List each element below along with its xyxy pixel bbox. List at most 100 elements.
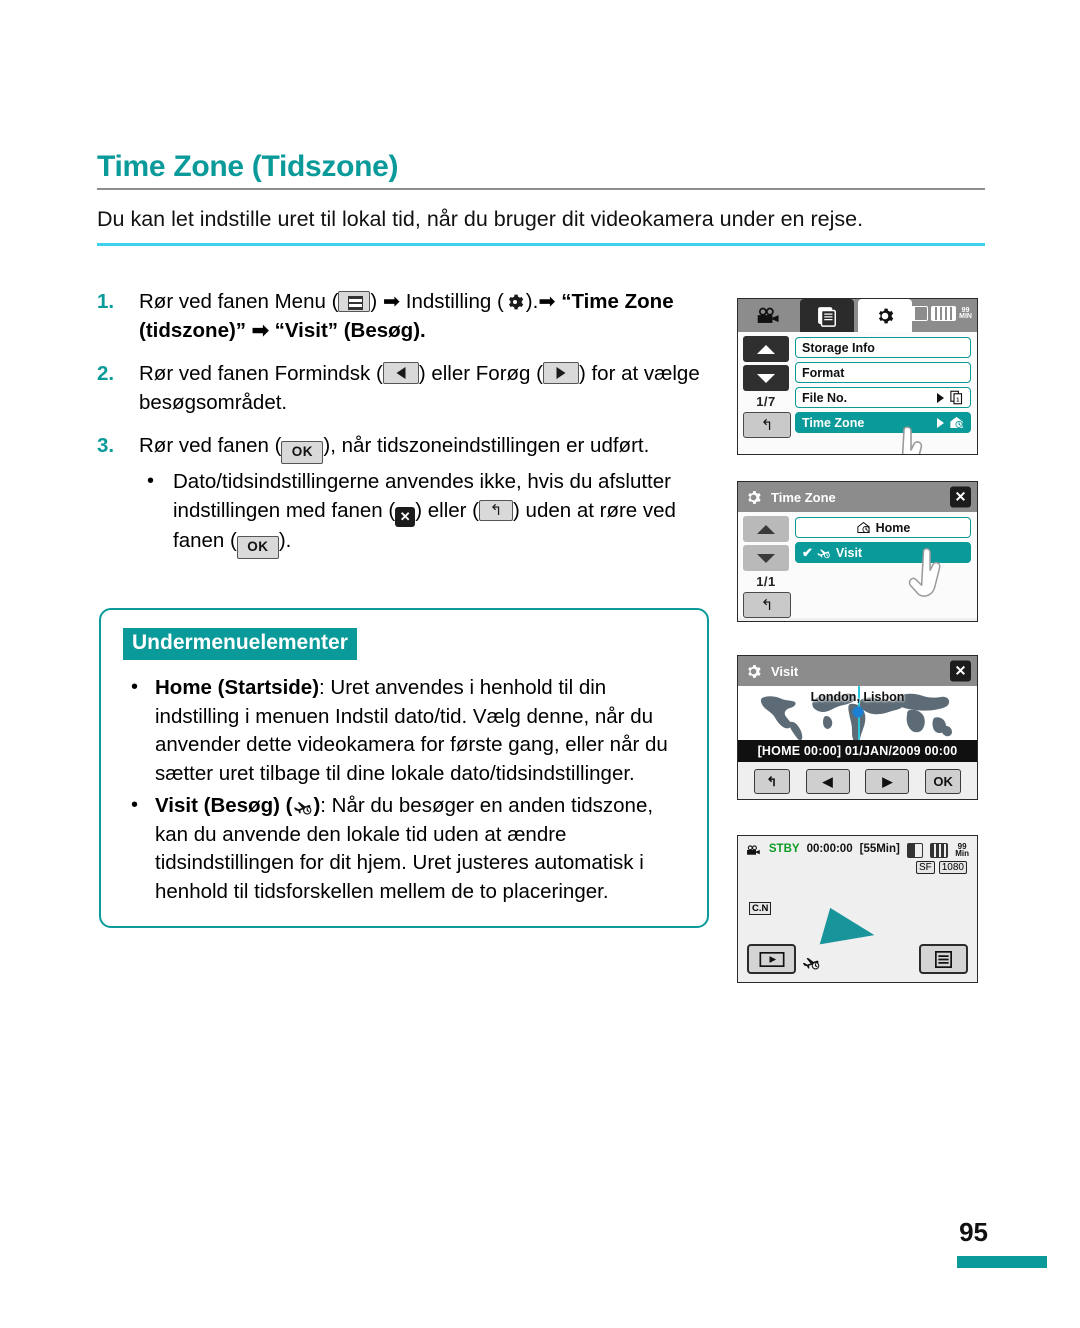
time-zone-body: 1/1 ↰ Home ✔ Visit — [738, 512, 977, 618]
step-2: 2. Rør ved fanen Formindsk () eller Forø… — [97, 360, 717, 417]
menu-icon — [338, 291, 371, 312]
step-1-text-part4: . — [420, 318, 426, 342]
step-2-text-part1: Rør ved fanen Formindsk ( — [139, 362, 383, 385]
standby-timecode: 00:00:00 — [806, 843, 853, 855]
tab-settings[interactable] — [858, 299, 912, 332]
submenu-item-home: • Home (Startside): Uret anvendes i henh… — [123, 674, 687, 788]
bullet-dot: • — [131, 794, 139, 816]
check-icon: ✔ — [802, 544, 813, 560]
standby-quality-row: SF 1080 — [915, 861, 967, 874]
back-button[interactable]: ↰ — [743, 412, 791, 438]
tab-playback[interactable] — [800, 299, 854, 332]
prev-button[interactable]: ◀ — [805, 768, 850, 794]
sd-card-icon — [907, 306, 929, 321]
home-clock-icon — [857, 521, 870, 533]
page-indicator: 1/7 — [756, 394, 776, 409]
menu-list-icon — [935, 950, 952, 968]
submenu-home-label: Home (Startside) — [155, 676, 320, 699]
step-3-text-part2: ), når tidszoneindstillingen er udført. — [323, 434, 650, 457]
submenu-item-visit: • Visit (Besøg) (): Når du besøger en an… — [123, 792, 687, 906]
chevron-right-icon — [937, 417, 944, 428]
manual-page: Time Zone (Tidszone) Du kan let indstill… — [0, 0, 1080, 1328]
scroll-up-button[interactable] — [743, 336, 789, 362]
screen-title: Time Zone — [771, 489, 836, 505]
back-button[interactable]: ↰ — [743, 592, 791, 618]
time-zone-title-bar: Time Zone ✕ — [738, 482, 977, 512]
tz-row-home[interactable]: Home — [795, 517, 971, 538]
instruction-steps: 1. Rør ved fanen Menu () ➡ Indstilling (… — [97, 288, 717, 574]
visit-button-row: ↰ ◀ ▶ OK — [738, 762, 977, 799]
tab-camcorder[interactable] — [742, 299, 796, 332]
step-1-number: 1. — [97, 290, 115, 313]
home-clock-icon — [950, 416, 963, 428]
menu-row-time-zone[interactable]: Time Zone — [795, 412, 971, 433]
back-button[interactable]: ↰ — [753, 768, 790, 794]
map-city-label: London, Lisbon — [810, 690, 905, 704]
tz-row-label: Home — [875, 520, 911, 535]
scroll-down-button[interactable] — [743, 365, 789, 391]
pointer-arrow — [819, 907, 879, 959]
footer-accent-bar — [957, 1256, 1047, 1268]
svg-text:1: 1 — [956, 397, 959, 403]
min-icon: 99 MIN — [959, 306, 972, 320]
standby-status-row: STBY 00:00:00 [55Min] 99 Min — [746, 843, 969, 858]
gear-icon — [504, 291, 526, 313]
sf-badge: SF — [915, 861, 935, 874]
playback-button[interactable] — [747, 944, 796, 974]
location-marker — [852, 706, 863, 718]
right-arrow-icon — [542, 362, 579, 384]
ok-icon: OK — [281, 441, 324, 464]
page-title: Time Zone (Tidszone) — [97, 150, 399, 183]
standby-status-label: STBY — [768, 843, 800, 855]
menu-row-storage-info[interactable]: Storage Info — [795, 337, 971, 358]
close-button[interactable]: ✕ — [950, 486, 971, 508]
page-number: 95 — [959, 1217, 988, 1247]
time-status-bar: [HOME 00:00] 01/JAN/2009 00:00 — [738, 740, 977, 762]
menu-row-format[interactable]: Format — [795, 362, 971, 383]
submenu-badge: Undermenuelementer — [123, 628, 357, 660]
step-3-note: • Dato/tidsindstillingerne anvendes ikke… — [139, 468, 717, 559]
time-zone-screen: Time Zone ✕ 1/1 ↰ Home ✔ Visit — [737, 481, 978, 622]
record-standby-screen: STBY 00:00:00 [55Min] 99 Min SF 1080 C.N — [737, 835, 978, 983]
scroll-up-button[interactable] — [743, 516, 789, 542]
menu-nav-column: 1/7 ↰ — [743, 336, 791, 438]
intro-divider — [97, 243, 985, 246]
menu-row-label: Storage Info — [802, 340, 875, 355]
left-arrow-icon — [382, 362, 419, 384]
menu-row-file-no[interactable]: File No. 1 — [795, 387, 971, 408]
world-map[interactable]: London, Lisbon — [738, 686, 977, 740]
chevron-right-icon — [937, 392, 944, 403]
step-1: 1. Rør ved fanen Menu () ➡ Indstilling (… — [97, 288, 717, 345]
cn-badge: C.N — [749, 902, 772, 915]
sd-card-icon — [906, 843, 923, 858]
page-indicator: 1/1 — [756, 574, 776, 589]
tz-row-visit[interactable]: ✔ Visit — [795, 542, 971, 563]
step-3: 3. Rør ved fanen (OK), når tidszoneindst… — [97, 432, 717, 559]
camcorder-icon — [747, 845, 760, 855]
menu-button[interactable] — [919, 944, 968, 974]
menu-body: 1/7 ↰ Storage Info Format File No. 1 Tim… — [738, 332, 977, 454]
min-icon: 99 Min — [955, 842, 969, 858]
menu-row-label: Format — [802, 365, 845, 380]
menu-row-indicators — [937, 413, 964, 432]
next-button[interactable]: ▶ — [865, 768, 910, 794]
file-copy-icon: 1 — [950, 390, 963, 405]
intro-text: Du kan let indstille uret til lokal tid,… — [97, 207, 864, 231]
back-icon: ↰ — [479, 499, 514, 521]
close-button[interactable]: ✕ — [950, 660, 971, 682]
tz-row-list: Home ✔ Visit — [795, 517, 971, 567]
submenu-visit-label: Visit (Besøg) ( — [155, 794, 293, 817]
airplane-clock-icon — [292, 796, 313, 815]
ok-button[interactable]: OK — [925, 768, 962, 794]
bullet-dot: • — [147, 470, 155, 492]
menu-tab-bar: 99 MIN — [738, 299, 977, 332]
visit-title-bar: Visit ✕ — [738, 656, 977, 686]
standby-body: STBY 00:00:00 [55Min] 99 Min SF 1080 C.N — [738, 836, 977, 982]
menu-row-list: Storage Info Format File No. 1 Time Zone — [795, 337, 971, 437]
scroll-down-button[interactable] — [743, 545, 789, 571]
standby-remaining: [55Min] — [859, 843, 900, 855]
gear-icon — [748, 490, 761, 504]
resolution-badge: 1080 — [938, 861, 967, 874]
step-3-text-part1: Rør ved fanen ( — [139, 434, 282, 457]
airplane-clock-icon — [802, 957, 820, 970]
